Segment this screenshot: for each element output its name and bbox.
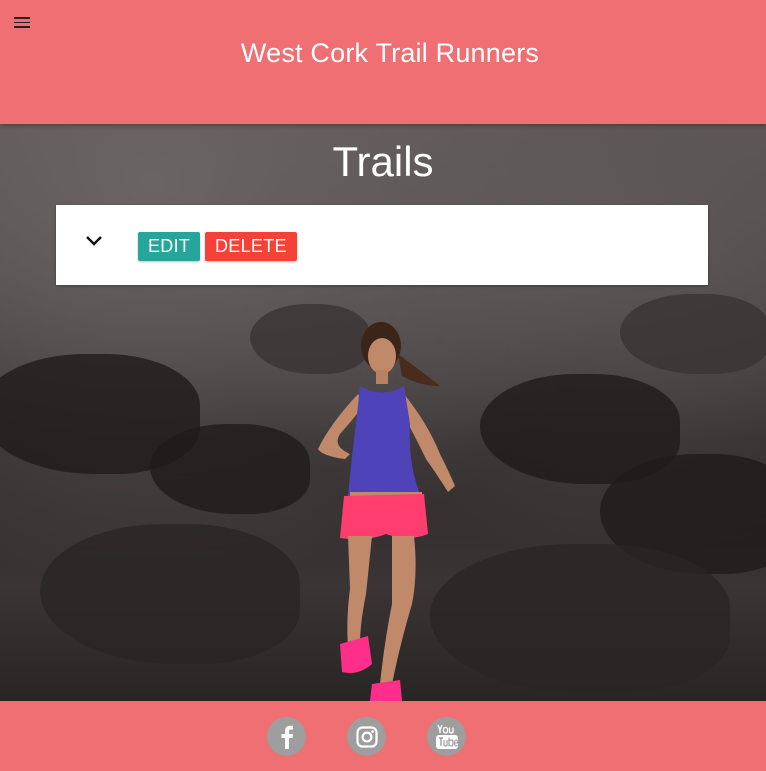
app-footer (0, 701, 766, 771)
instagram-icon[interactable] (347, 717, 386, 756)
page-title: Trails (332, 138, 434, 185)
facebook-icon[interactable] (267, 717, 306, 756)
delete-button[interactable]: DELETE (205, 232, 297, 261)
chevron-down-icon[interactable] (84, 231, 104, 249)
hero-background: Trails EDIT DELETE (0, 124, 766, 701)
site-title: West Cork Trail Runners (240, 38, 540, 68)
trail-card: EDIT DELETE (56, 205, 708, 285)
page: West Cork Trail Runners Trails EDIT DELE… (0, 0, 766, 771)
hamburger-menu-icon[interactable] (14, 17, 30, 29)
youtube-icon[interactable] (427, 717, 466, 756)
app-header: West Cork Trail Runners (0, 0, 766, 124)
edit-button[interactable]: EDIT (138, 232, 201, 261)
